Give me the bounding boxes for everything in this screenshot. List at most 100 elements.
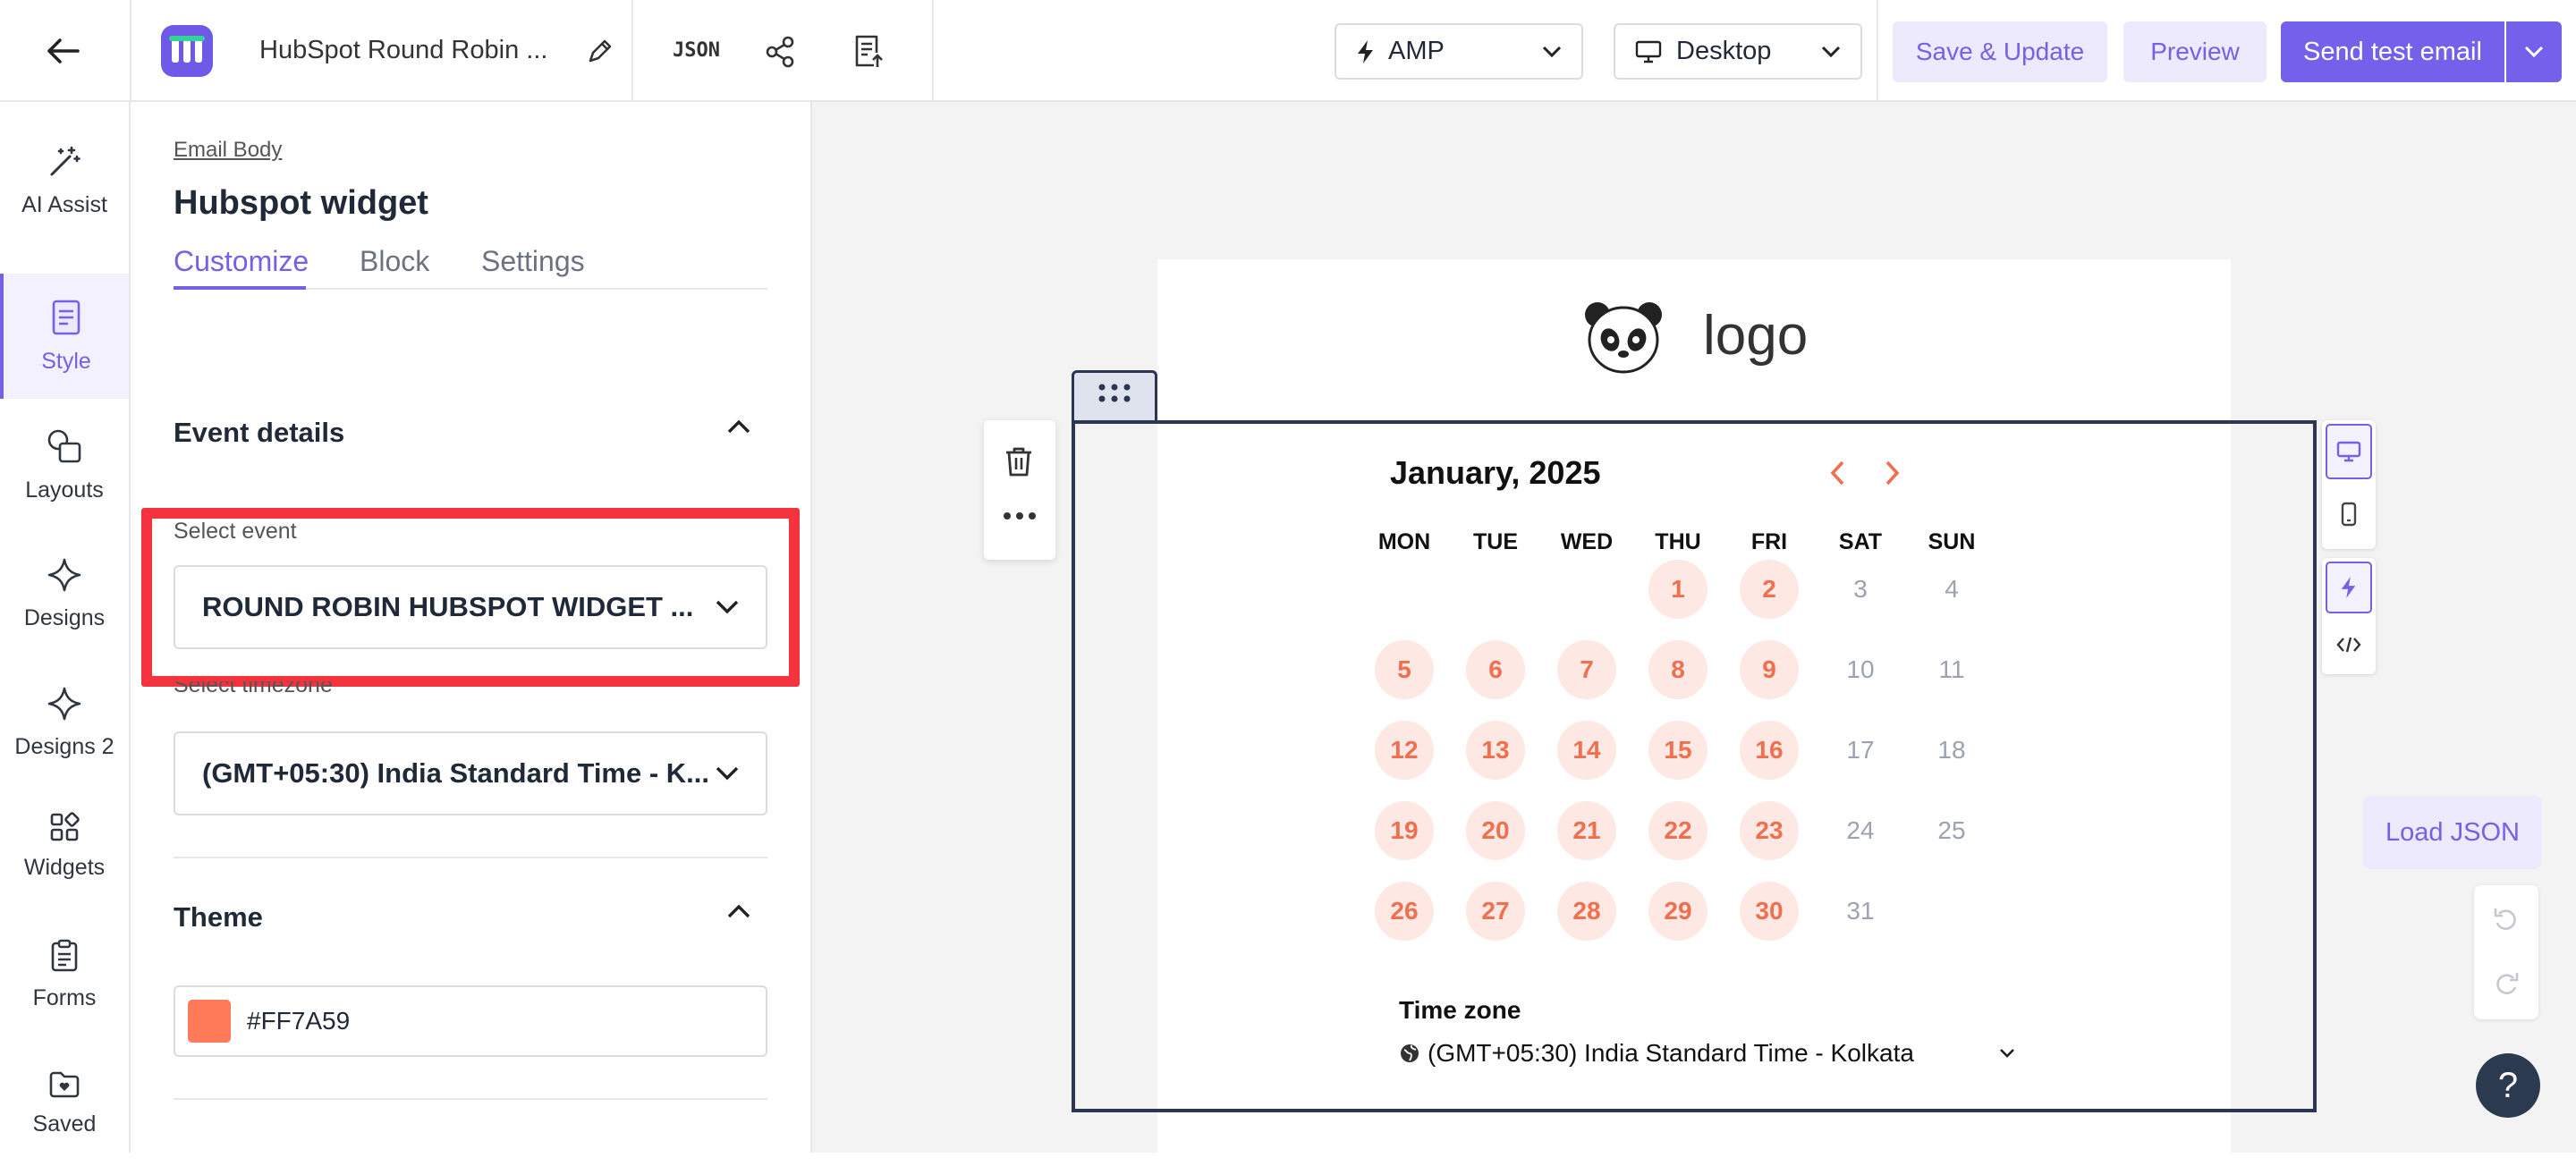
- tab-settings[interactable]: Settings: [481, 245, 585, 278]
- calendar-day-available[interactable]: 30: [1740, 882, 1799, 941]
- calendar-day-available[interactable]: 21: [1557, 801, 1616, 860]
- calendar-day-available[interactable]: 2: [1740, 560, 1799, 619]
- more-options-icon[interactable]: [1002, 510, 1038, 526]
- select-timezone-dropdown[interactable]: (GMT+05:30) India Standard Time - K...: [174, 731, 767, 815]
- rail-label-widgets: Widgets: [23, 854, 106, 880]
- share-icon[interactable]: [762, 34, 798, 70]
- select-event-value: ROUND ROBIN HUBSPOT WIDGET ...: [202, 591, 694, 622]
- rail-item-designs-2[interactable]: Designs 2: [0, 660, 129, 785]
- rail-label-designs-2: Designs 2: [14, 733, 114, 759]
- select-event-label: Select event: [174, 519, 297, 544]
- calendar-day-available[interactable]: 9: [1740, 640, 1799, 699]
- desktop-monitor-icon: [2336, 441, 2361, 462]
- device-toolbar: [2322, 420, 2376, 764]
- sparkle-icon: [47, 558, 81, 591]
- active-tab-indicator: [174, 286, 306, 290]
- tab-customize[interactable]: Customize: [174, 245, 309, 278]
- amp-mode-button[interactable]: [2326, 562, 2372, 613]
- collapse-theme-chevron-up-icon[interactable]: [726, 903, 751, 924]
- weekday-header: WED: [1560, 529, 1614, 554]
- calendar-day-available[interactable]: 28: [1557, 882, 1616, 941]
- timezone-select[interactable]: (GMT+05:30) India Standard Time - Kolkat…: [1399, 1039, 2016, 1068]
- back-arrow-icon[interactable]: [36, 27, 89, 75]
- lightning-icon: [2341, 577, 2356, 598]
- rail-label-ai-assist: AI Assist: [21, 191, 107, 217]
- calendar-day-available[interactable]: 5: [1375, 640, 1434, 699]
- chevron-down-icon: [2000, 1049, 2014, 1058]
- rail-item-style[interactable]: Style: [0, 274, 129, 399]
- theme-color-value[interactable]: #FF7A59: [247, 1007, 350, 1035]
- breadcrumb[interactable]: Email Body: [174, 138, 282, 163]
- calendar-day-available[interactable]: 12: [1375, 721, 1434, 780]
- timezone-value: (GMT+05:30) India Standard Time - Kolkat…: [1428, 1039, 1914, 1067]
- delete-trash-icon[interactable]: [1004, 445, 1034, 482]
- folder-heart-icon: [49, 1071, 80, 1097]
- calendar-day-available[interactable]: 20: [1466, 801, 1525, 860]
- rail-item-layouts[interactable]: Layouts: [0, 402, 129, 528]
- export-document-icon[interactable]: [850, 32, 886, 70]
- html-code-button[interactable]: [2326, 619, 2372, 671]
- template-title[interactable]: HubSpot Round Robin ...: [259, 36, 547, 65]
- calendar-day-available[interactable]: 29: [1648, 882, 1707, 941]
- desktop-view-button[interactable]: [2326, 424, 2372, 479]
- lightning-icon: [1358, 39, 1373, 63]
- rail-label-layouts: Layouts: [25, 477, 104, 503]
- json-button[interactable]: JSON: [673, 39, 720, 62]
- rail-item-forms[interactable]: Forms: [0, 912, 129, 1037]
- calendar-day-available[interactable]: 13: [1466, 721, 1525, 780]
- calendar-day-available[interactable]: 14: [1557, 721, 1616, 780]
- left-rail: AI Assist Style Layouts Designs Designs …: [0, 102, 131, 1153]
- calendar-day-available[interactable]: 15: [1648, 721, 1707, 780]
- selected-widget-block[interactable]: January, 2025 MON TUE WED THU FRI SAT SUN 1 2 3 4 5…: [1072, 420, 2317, 1112]
- collapse-event-chevron-up-icon[interactable]: [726, 418, 751, 439]
- history-toolbar: [2474, 885, 2538, 1019]
- calendar-day-available[interactable]: 16: [1740, 721, 1799, 780]
- format-select[interactable]: AMP: [1335, 23, 1583, 80]
- calendar-day-available[interactable]: 27: [1466, 882, 1525, 941]
- clipboard-icon: [51, 939, 78, 971]
- block-toolbar: [984, 420, 1055, 560]
- send-options-dropdown[interactable]: [2506, 21, 2562, 82]
- save-update-button[interactable]: Save & Update: [1893, 21, 2107, 82]
- calendar-day-available[interactable]: 8: [1648, 640, 1707, 699]
- select-event-dropdown[interactable]: ROUND ROBIN HUBSPOT WIDGET ...: [174, 565, 767, 649]
- theme-color-swatch[interactable]: [188, 1000, 231, 1043]
- rail-item-widgets[interactable]: Widgets: [0, 783, 129, 908]
- send-test-email-button[interactable]: Send test email: [2281, 21, 2504, 82]
- calendar-day-unavailable: 31: [1846, 897, 1875, 925]
- calendar-day-available[interactable]: 7: [1557, 640, 1616, 699]
- rail-item-designs[interactable]: Designs: [0, 531, 129, 656]
- calendar-day-available[interactable]: 6: [1466, 640, 1525, 699]
- device-select[interactable]: Desktop: [1614, 23, 1862, 80]
- preview-button[interactable]: Preview: [2123, 21, 2267, 82]
- undo-icon[interactable]: [2492, 905, 2521, 938]
- redo-icon[interactable]: [2492, 969, 2521, 1002]
- grip-dots-icon: [1098, 384, 1131, 402]
- calendar-day-available[interactable]: 22: [1648, 801, 1707, 860]
- calendar-day-available[interactable]: 1: [1648, 560, 1707, 619]
- calendar-day-available[interactable]: 19: [1375, 801, 1434, 860]
- layouts-icon: [47, 429, 81, 462]
- calendar-day-available[interactable]: 23: [1740, 801, 1799, 860]
- load-json-button[interactable]: Load JSON: [2363, 796, 2542, 869]
- section-divider: [174, 857, 767, 858]
- rail-label-style: Style: [41, 348, 91, 374]
- panel-title: Hubspot widget: [174, 184, 428, 222]
- mobile-phone-icon: [2341, 502, 2357, 527]
- calendar-day-available[interactable]: 26: [1375, 882, 1434, 941]
- mobile-view-button[interactable]: [2326, 486, 2372, 542]
- tab-block[interactable]: Block: [360, 245, 429, 278]
- edit-pencil-icon[interactable]: [581, 34, 617, 70]
- help-button[interactable]: ?: [2476, 1053, 2540, 1118]
- drag-handle[interactable]: [1072, 370, 1157, 422]
- rail-item-saved[interactable]: Saved: [0, 1041, 129, 1166]
- theme-color-field[interactable]: #FF7A59: [174, 985, 767, 1057]
- select-timezone-value: (GMT+05:30) India Standard Time - K...: [202, 757, 710, 789]
- rail-item-ai-assist[interactable]: AI Assist: [0, 118, 129, 243]
- top-bar: HubSpot Round Robin ... JSON AMP Desktop…: [0, 0, 2576, 102]
- email-canvas: logo January, 2025 MON TUE WED THU FRI SAT SUN…: [812, 102, 2576, 1153]
- chevron-down-icon: [2524, 46, 2544, 58]
- calendar-day-unavailable: 25: [1937, 816, 1966, 844]
- settings-panel: Email Body Hubspot widget Customize Bloc…: [131, 102, 812, 1153]
- widgets-icon: [50, 811, 80, 841]
